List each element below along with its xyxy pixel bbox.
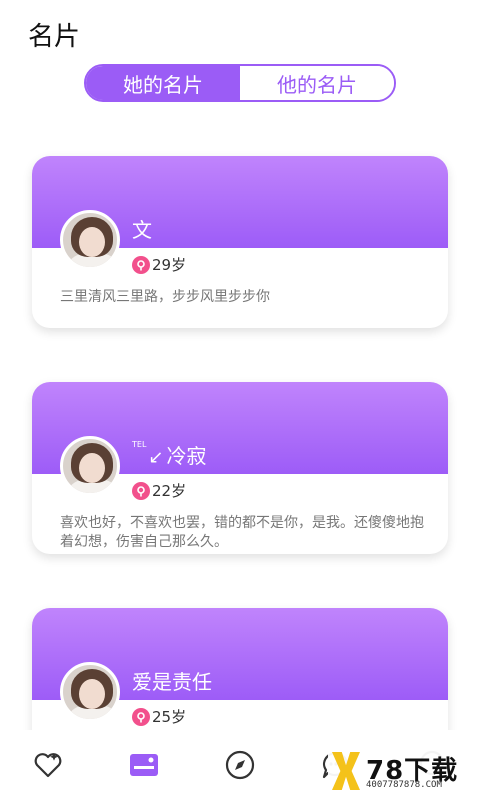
nav-cards[interactable] (122, 743, 166, 787)
avatar[interactable] (60, 436, 120, 496)
page-title: 名片 (28, 22, 81, 52)
signature-text: 三里清风三里路，步步风里步步你 (60, 289, 270, 305)
profile-name: 爱是责任 (132, 670, 212, 694)
tab-her-cards[interactable]: 她的名片 (86, 66, 240, 100)
age-label: 29岁 (152, 256, 187, 274)
tab-his-cards[interactable]: 他的名片 (240, 66, 394, 100)
profile-name: 文 (132, 218, 152, 242)
name-arrow: ↙ (148, 447, 164, 468)
x-logo-icon (332, 752, 360, 790)
heart-icon (34, 753, 62, 778)
avatar[interactable] (60, 662, 120, 722)
female-icon (132, 255, 150, 274)
card-icon (130, 754, 158, 776)
compass-icon (225, 750, 255, 780)
female-icon (132, 481, 150, 500)
signature-text: 喜欢也好，不喜欢也罢，错的都不是你，是我。还傻傻地抱着幻想，伤害自己那么久。 (60, 515, 424, 550)
age-row: 25岁 (132, 706, 186, 727)
age-row: 29岁 (132, 254, 186, 275)
watermark-logo: 78下载 4007787878.COM (328, 748, 476, 796)
name-prefix: TEL (132, 440, 147, 449)
profile-name-row: TEL↙ 冷寂 (132, 440, 207, 469)
card-type-tabs: 她的名片 他的名片 (84, 64, 396, 102)
profile-name: 冷寂 (166, 444, 207, 468)
age-label: 22岁 (152, 482, 187, 500)
profile-card[interactable]: 文 29岁 三里清风三里路，步步风里步步你 (32, 156, 448, 328)
age-row: 22岁 (132, 480, 186, 501)
nav-discover[interactable] (218, 743, 262, 787)
nav-heart[interactable] (26, 743, 70, 787)
avatar[interactable] (60, 210, 120, 270)
watermark-url: 4007787878.COM (366, 780, 442, 790)
female-icon (132, 707, 150, 726)
profile-card[interactable]: TEL↙ 冷寂 22岁 喜欢也好，不喜欢也罢，错的都不是你，是我。还傻傻地抱着幻想… (32, 382, 448, 554)
age-label: 25岁 (152, 708, 187, 726)
